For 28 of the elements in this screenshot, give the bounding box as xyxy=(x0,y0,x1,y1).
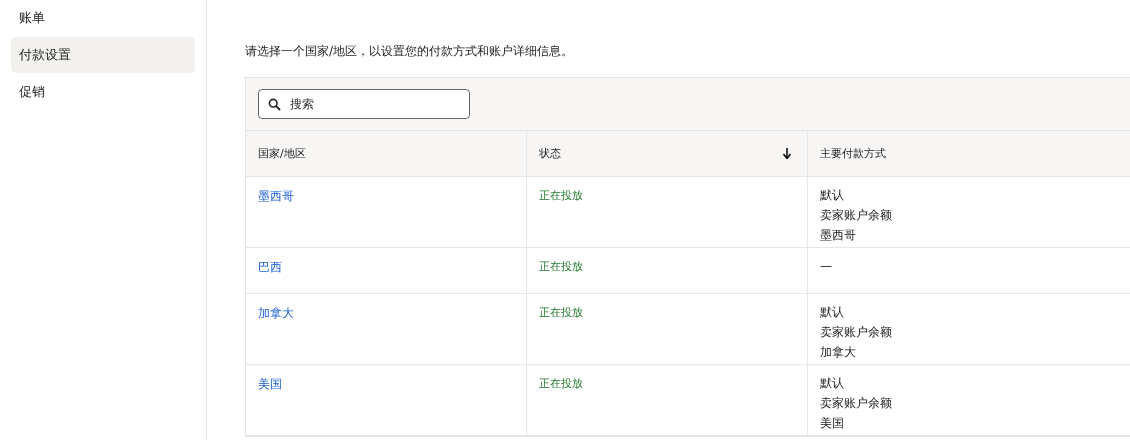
country-link[interactable]: 巴西 xyxy=(258,260,282,274)
payment-method-text: 美国 xyxy=(820,415,844,432)
status-text: 正在投放 xyxy=(539,377,583,390)
country-link[interactable]: 墨西哥 xyxy=(258,189,294,203)
status-text: 正在投放 xyxy=(539,306,583,319)
payment-method-text: 加拿大 xyxy=(820,344,856,361)
column-header[interactable]: 主要付款方式 xyxy=(820,146,886,161)
payment-method-text: 卖家账户余额 xyxy=(820,207,892,224)
status-text: 正在投放 xyxy=(539,260,583,273)
payment-method-text: 默认 xyxy=(820,375,844,392)
payment-method-text: — xyxy=(820,258,832,275)
sort-arrow-icon[interactable] xyxy=(783,148,791,159)
intro-text: 请选择一个国家/地区，以设置您的付款方式和账户详细信息。 xyxy=(245,43,575,60)
search-field[interactable]: 搜索 xyxy=(258,89,470,119)
payment-method-text: 默认 xyxy=(820,304,844,321)
sidebar-item[interactable]: 账单 xyxy=(11,0,195,36)
payment-method-text: 墨西哥 xyxy=(820,227,856,244)
payment-method-text: 卖家账户余额 xyxy=(820,395,892,412)
country-link[interactable]: 加拿大 xyxy=(258,306,294,320)
payment-method-text: 卖家账户余额 xyxy=(820,324,892,341)
sidebar-item[interactable]: 促销 xyxy=(11,74,195,110)
search-icon xyxy=(268,98,281,111)
column-header[interactable]: 状态 xyxy=(539,146,561,161)
status-text: 正在投放 xyxy=(539,189,583,202)
column-header[interactable]: 国家/地区 xyxy=(258,146,306,161)
sidebar-item[interactable]: 付款设置 xyxy=(11,37,195,73)
country-link[interactable]: 美国 xyxy=(258,377,282,391)
payment-method-text: 默认 xyxy=(820,187,844,204)
